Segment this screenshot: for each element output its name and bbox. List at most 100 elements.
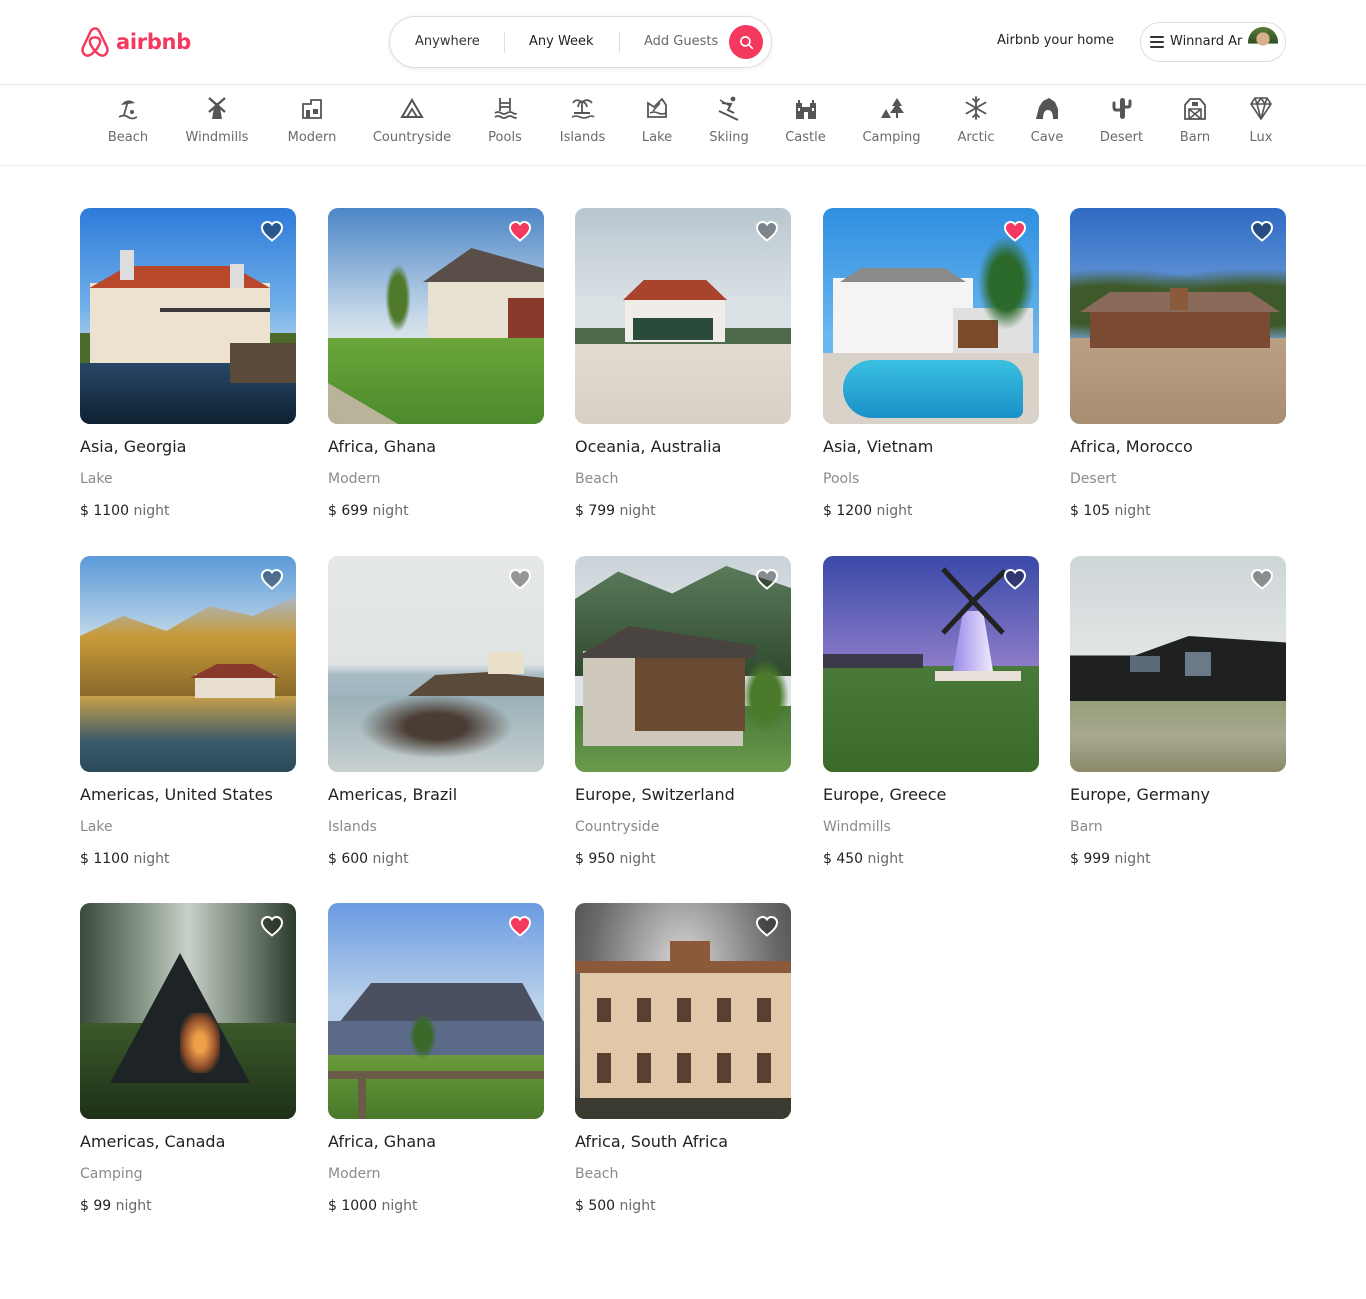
favorite-heart-button[interactable] xyxy=(260,568,284,590)
search-add-guests[interactable]: Add Guests xyxy=(644,34,718,49)
category-beach[interactable]: Beach xyxy=(108,95,148,159)
listing-category: Beach xyxy=(575,1166,619,1182)
category-label: Desert xyxy=(1099,130,1144,145)
search-divider xyxy=(619,32,620,53)
heart-icon xyxy=(260,915,284,937)
category-desert[interactable]: Desert xyxy=(1100,95,1143,159)
favorite-heart-button[interactable] xyxy=(1250,220,1274,242)
category-castle[interactable]: Castle xyxy=(785,95,826,159)
category-countryside[interactable]: Countryside xyxy=(373,95,451,159)
favorite-heart-button[interactable] xyxy=(260,915,284,937)
favorite-heart-button[interactable] xyxy=(1003,568,1027,590)
favorite-heart-button[interactable] xyxy=(755,568,779,590)
listing-location: Africa, Ghana xyxy=(328,437,437,456)
favorite-heart-button[interactable] xyxy=(508,568,532,590)
category-pools[interactable]: Pools xyxy=(487,95,523,159)
category-label: Lux xyxy=(1249,130,1273,145)
heart-icon xyxy=(260,220,284,242)
category-islands[interactable]: Islands xyxy=(560,95,605,159)
listing-photo[interactable] xyxy=(328,208,544,424)
search-any-week[interactable]: Any Week xyxy=(529,34,594,49)
search-anywhere[interactable]: Anywhere xyxy=(415,34,480,49)
listing-photo[interactable] xyxy=(80,903,296,1119)
favorite-heart-button[interactable] xyxy=(755,220,779,242)
price-unit: night xyxy=(372,503,409,519)
diamond-icon xyxy=(1250,97,1272,120)
price-unit: night xyxy=(619,1198,656,1214)
favorite-heart-button[interactable] xyxy=(260,220,284,242)
listing-location: Oceania, Australia xyxy=(575,437,722,456)
snowflake-icon xyxy=(965,96,987,120)
listing-photo[interactable] xyxy=(1070,556,1286,772)
price-amount: $ 950 xyxy=(575,851,616,867)
price-amount: $ 1100 xyxy=(80,503,129,519)
beach-icon xyxy=(118,100,138,120)
category-label: Cave xyxy=(1030,130,1064,145)
heart-icon xyxy=(1250,568,1274,590)
listing-category: Beach xyxy=(575,471,619,487)
listing-category: Islands xyxy=(328,819,377,835)
listing-location: Americas, Brazil xyxy=(328,785,458,804)
favorite-heart-button[interactable] xyxy=(1250,568,1274,590)
category-lake[interactable]: Lake xyxy=(642,95,672,159)
price-unit: night xyxy=(876,503,913,519)
search-button[interactable] xyxy=(729,25,763,59)
airbnb-logo-icon xyxy=(81,26,109,57)
user-name: Winnard Ar xyxy=(1170,34,1243,49)
listing-location: Americas, Canada xyxy=(80,1132,226,1151)
avatar xyxy=(1248,27,1278,57)
listing-photo[interactable] xyxy=(328,903,544,1119)
search-bar[interactable]: Anywhere Any Week Add Guests xyxy=(389,16,772,68)
listing-location: Americas, United States xyxy=(80,785,273,804)
user-menu-button[interactable]: Winnard Ar xyxy=(1140,22,1286,62)
category-modern[interactable]: Modern xyxy=(288,95,336,159)
category-camping[interactable]: Camping xyxy=(862,95,921,159)
listing-photo[interactable] xyxy=(575,556,791,772)
listing-price: $ 1000 night xyxy=(328,1198,417,1214)
listing-photo[interactable] xyxy=(823,208,1039,424)
airbnb-your-home-link[interactable]: Airbnb your home xyxy=(997,33,1114,48)
category-arctic[interactable]: Arctic xyxy=(957,95,995,159)
price-amount: $ 105 xyxy=(1070,503,1111,519)
listing-location: Asia, Vietnam xyxy=(823,437,934,456)
listing-category: Modern xyxy=(328,1166,381,1182)
category-label: Camping xyxy=(862,130,921,145)
listing-price: $ 799 night xyxy=(575,503,656,519)
listing-photo[interactable] xyxy=(80,556,296,772)
listing-price: $ 1100 night xyxy=(80,851,169,867)
favorite-heart-button[interactable] xyxy=(508,915,532,937)
favorite-heart-button[interactable] xyxy=(755,915,779,937)
price-unit: night xyxy=(619,851,656,867)
category-label: Skiing xyxy=(709,130,749,145)
price-amount: $ 99 xyxy=(80,1198,112,1214)
windmill-icon xyxy=(208,97,226,119)
price-amount: $ 799 xyxy=(575,503,616,519)
listing-price: $ 105 night xyxy=(1070,503,1151,519)
heart-icon xyxy=(1003,220,1027,242)
listing-location: Africa, Morocco xyxy=(1070,437,1193,456)
heart-icon xyxy=(508,220,532,242)
listing-category: Desert xyxy=(1070,471,1117,487)
listing-photo[interactable] xyxy=(328,556,544,772)
category-barn[interactable]: Barn xyxy=(1179,95,1211,159)
listing-location: Asia, Georgia xyxy=(80,437,187,456)
favorite-heart-button[interactable] xyxy=(508,220,532,242)
listing-photo[interactable] xyxy=(823,556,1039,772)
island-icon xyxy=(571,99,595,119)
listing-photo[interactable] xyxy=(80,208,296,424)
listing-photo[interactable] xyxy=(575,208,791,424)
listing-location: Africa, South Africa xyxy=(575,1132,729,1151)
favorite-heart-button[interactable] xyxy=(1003,220,1027,242)
price-unit: night xyxy=(133,851,170,867)
listing-photo[interactable] xyxy=(1070,208,1286,424)
barn-icon xyxy=(1184,98,1206,120)
airbnb-logo[interactable]: airbnb xyxy=(80,25,191,59)
category-label: Beach xyxy=(107,130,149,145)
category-windmills[interactable]: Windmills xyxy=(184,95,250,159)
category-cave[interactable]: Cave xyxy=(1031,95,1063,159)
listing-category: Lake xyxy=(80,471,113,487)
category-lux[interactable]: Lux xyxy=(1248,95,1274,159)
cave-icon xyxy=(1036,98,1058,119)
listing-photo[interactable] xyxy=(575,903,791,1119)
category-skiing[interactable]: Skiing xyxy=(709,95,749,159)
